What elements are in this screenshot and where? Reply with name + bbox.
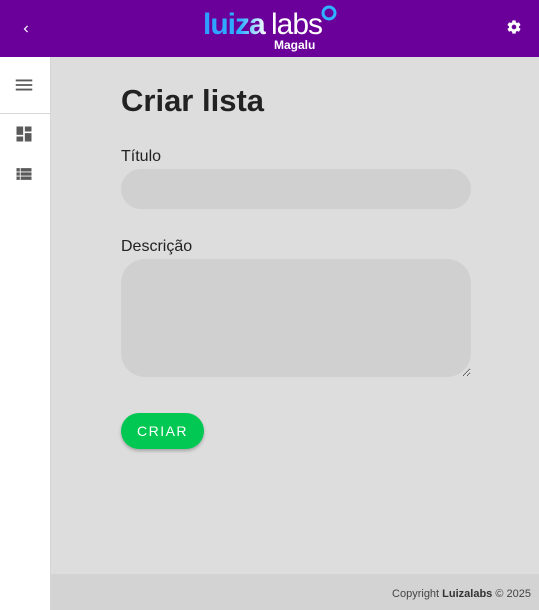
page-title: Criar lista (121, 83, 265, 118)
svg-text:luiza: luiza (203, 8, 266, 41)
menu-icon (15, 79, 33, 91)
title-label: Título (121, 148, 162, 165)
sidebar-divider (0, 113, 50, 114)
gear-icon (507, 20, 521, 34)
sidebar-item-lists[interactable] (12, 162, 36, 186)
sidebar (0, 57, 51, 610)
svg-text:Magalu: Magalu (274, 38, 315, 52)
list-icon (16, 168, 32, 180)
top-app-bar: luiza labs Magalu (0, 0, 539, 57)
description-input[interactable] (121, 259, 471, 377)
main-content: Criar lista Título Descrição CRIAR (51, 57, 539, 574)
chevron-left-icon (23, 25, 28, 33)
description-label: Descrição (121, 238, 193, 255)
dashboard-icon (16, 126, 32, 142)
menu-toggle-button[interactable] (12, 73, 36, 97)
footer: Copyright Luizalabs © 2025 (51, 574, 539, 610)
company-name: Luizalabs (442, 588, 493, 600)
copyright-year: © 2025 (495, 588, 531, 600)
luizalabs-logo: luiza labs Magalu (203, 2, 343, 54)
settings-button[interactable] (503, 16, 525, 38)
back-button[interactable] (14, 17, 38, 41)
sidebar-item-dashboard[interactable] (12, 122, 36, 146)
title-input[interactable] (121, 169, 471, 209)
copyright-text: Copyright Luizalabs © 2025 (392, 588, 531, 600)
svg-text:labs: labs (271, 8, 322, 41)
copyright-prefix: Copyright (392, 588, 440, 600)
create-button[interactable]: CRIAR (121, 413, 204, 449)
